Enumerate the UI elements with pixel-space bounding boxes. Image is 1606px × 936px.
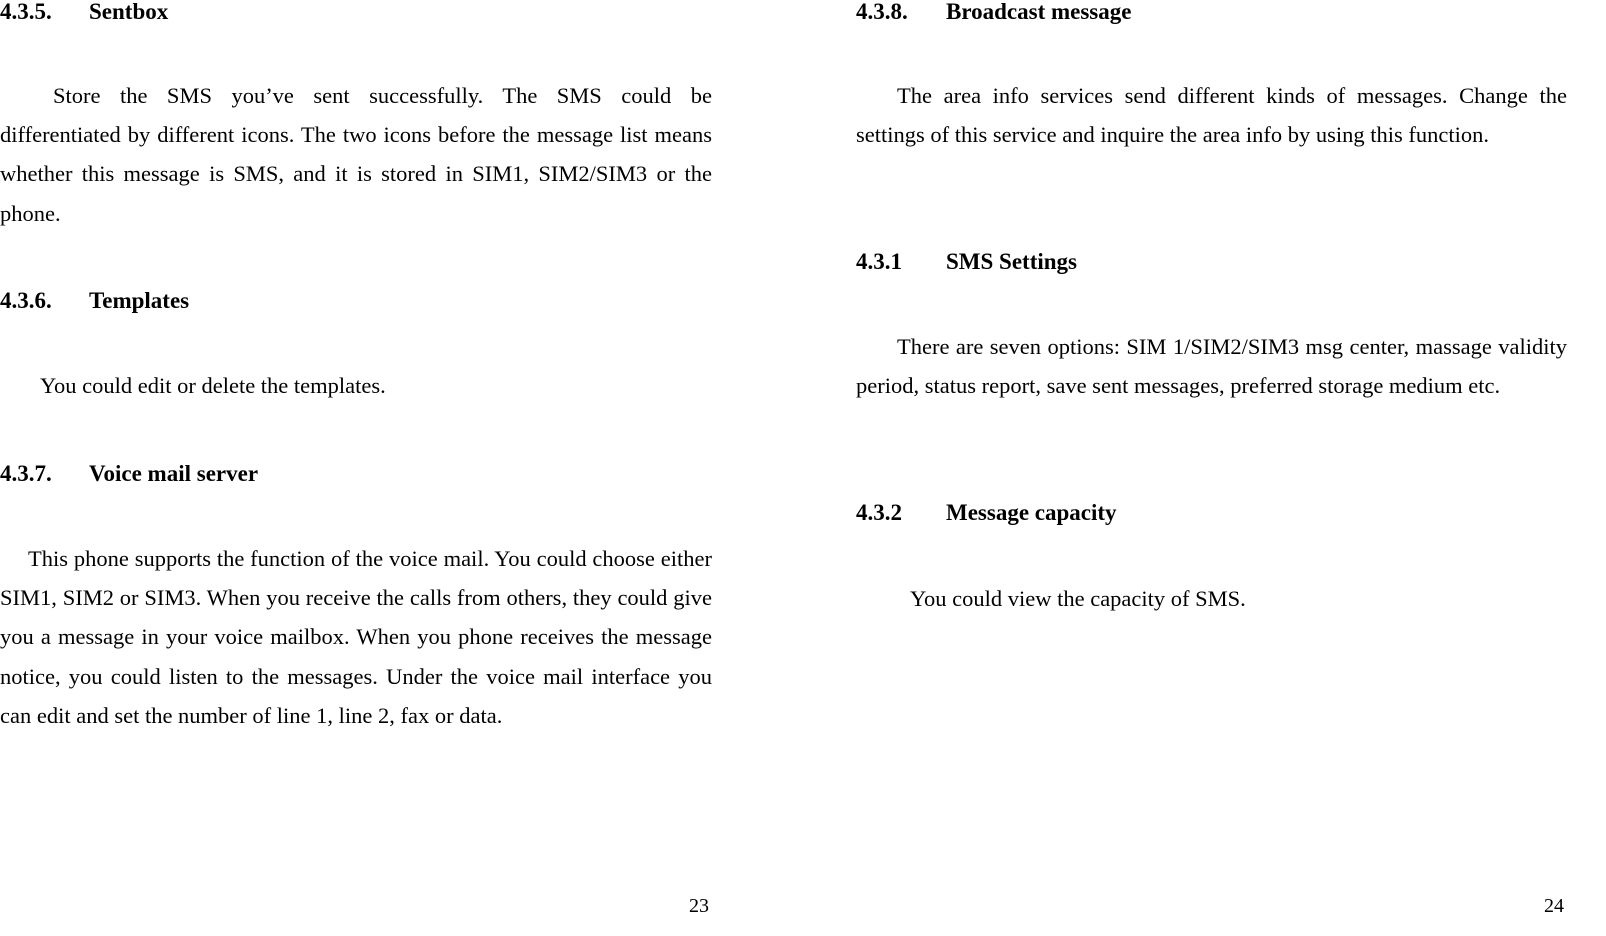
section-number: 4.3.8.: [856, 0, 908, 24]
section-number: 4.3.5.: [0, 0, 52, 24]
page-number: 23: [689, 895, 709, 917]
paragraph-sentbox: Store the SMS you’ve sent successfully. …: [0, 83, 712, 226]
paragraph-sms-settings: There are seven options: SIM 1/SIM2/SIM3…: [856, 334, 1567, 399]
section-title: Templates: [89, 288, 190, 313]
paragraph-message-capacity: You could view the capacity of SMS.: [910, 586, 1246, 611]
paragraph-voice-mail-server: This phone supports the function of the …: [0, 546, 712, 728]
section-title: Voice mail server: [89, 461, 259, 486]
section-number: 4.3.1: [856, 249, 902, 274]
section-title: Message capacity: [946, 500, 1117, 525]
paragraph-broadcast-message: The area info services send different ki…: [856, 83, 1567, 148]
paragraph-templates: You could edit or delete the templates.: [40, 373, 386, 398]
section-title: Sentbox: [89, 0, 169, 24]
section-title: Broadcast message: [946, 0, 1132, 24]
section-number: 4.3.7.: [0, 461, 52, 486]
section-title: SMS Settings: [946, 249, 1077, 274]
page-number: 24: [1544, 895, 1564, 917]
section-number: 4.3.6.: [0, 288, 52, 313]
section-number: 4.3.2: [856, 500, 902, 525]
